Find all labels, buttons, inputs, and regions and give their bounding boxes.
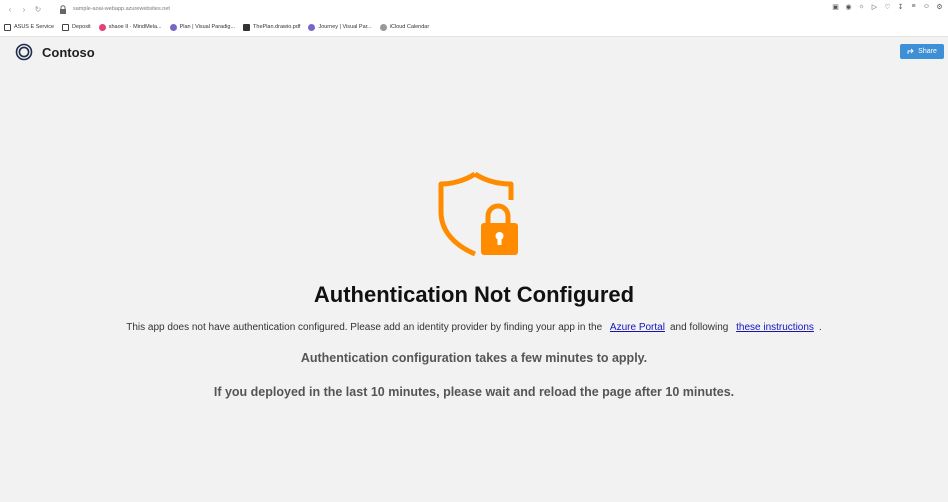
address-bar[interactable]: sample-aoai-webapp.azurewebsites.net xyxy=(59,4,170,14)
description-middle: and following xyxy=(669,322,729,333)
browser-toolbar: ‹ › ↻ sample-aoai-webapp.azurewebsites.n… xyxy=(0,0,948,18)
bookmark-plan[interactable]: Plan | Visual Paradig... xyxy=(169,23,236,31)
visual-paradigm-icon xyxy=(308,23,316,31)
bookmark-label: Journey | Visual Par... xyxy=(318,24,372,30)
folder-icon xyxy=(4,23,11,31)
share-button[interactable]: Share xyxy=(900,44,944,59)
description: This app does not have authentication co… xyxy=(0,322,948,333)
folder-icon xyxy=(62,23,70,31)
reload-icon[interactable]: ↻ xyxy=(31,2,45,16)
bookmark-label: iCloud Calendar xyxy=(389,24,430,30)
bookmark-journey[interactable]: Journey | Visual Par... xyxy=(308,23,372,31)
back-icon[interactable]: ‹ xyxy=(3,2,17,16)
favorite-icon[interactable]: ♡ xyxy=(883,2,892,11)
share-label: Share xyxy=(918,48,937,55)
visual-paradigm-icon xyxy=(169,23,177,31)
play-icon[interactable]: ▷ xyxy=(870,2,879,11)
screenshot-icon[interactable]: ▣ xyxy=(831,2,840,11)
download-icon[interactable]: ↧ xyxy=(896,2,905,11)
azure-portal-link[interactable]: Azure Portal xyxy=(610,322,665,333)
bookmark-label: ASUS E Service xyxy=(14,24,55,30)
bookmark-icloud[interactable]: iCloud Calendar xyxy=(379,23,430,31)
extension-icon[interactable]: ◉ xyxy=(844,2,853,11)
pdf-icon xyxy=(243,23,251,31)
bookmark-label: shaoe II · MindMela... xyxy=(108,24,162,30)
bookmark-label: ThePlan.drawio.pdf xyxy=(253,24,301,30)
bookmark-deposit[interactable]: Deposit xyxy=(62,23,91,31)
share-icon xyxy=(907,48,914,54)
bookmark-label: Plan | Visual Paradig... xyxy=(179,24,236,30)
description-text: This app does not have authentication co… xyxy=(126,322,603,333)
bookmarks-bar: ASUS E Service Deposit shaoe II · MindMe… xyxy=(0,18,948,37)
config-delay-note: Authentication configuration takes a few… xyxy=(300,351,648,365)
shield-lock-icon xyxy=(438,171,518,257)
contoso-logo-icon xyxy=(15,43,33,61)
mindmeister-icon xyxy=(98,23,106,31)
url-text: sample-aoai-webapp.azurewebsites.net xyxy=(73,6,170,12)
apple-icon xyxy=(379,23,387,31)
lock-icon xyxy=(60,4,66,14)
instructions-link[interactable]: these instructions xyxy=(736,322,814,333)
brand-name: Contoso xyxy=(42,45,95,60)
bookmark-mindmeister[interactable]: shaoe II · MindMela... xyxy=(98,23,162,31)
page-title: Authentication Not Configured xyxy=(313,282,635,307)
app-header: Contoso Share xyxy=(0,38,948,68)
bookmark-label: Deposit xyxy=(72,24,91,30)
bookmark-theplan-pdf[interactable]: ThePlan.drawio.pdf xyxy=(243,23,301,31)
forward-icon[interactable]: › xyxy=(17,2,31,16)
description-end: . xyxy=(818,322,822,333)
sync-icon[interactable]: ☼ xyxy=(857,2,866,11)
reload-note: If you deployed in the last 10 minutes, … xyxy=(213,385,735,399)
settings-icon[interactable]: ⚙ xyxy=(935,2,944,11)
menu-icon[interactable]: ≡ xyxy=(909,2,918,11)
bookmark-asus[interactable]: ASUS E Service xyxy=(4,23,55,31)
profile-icon[interactable]: ☺ xyxy=(922,2,931,11)
